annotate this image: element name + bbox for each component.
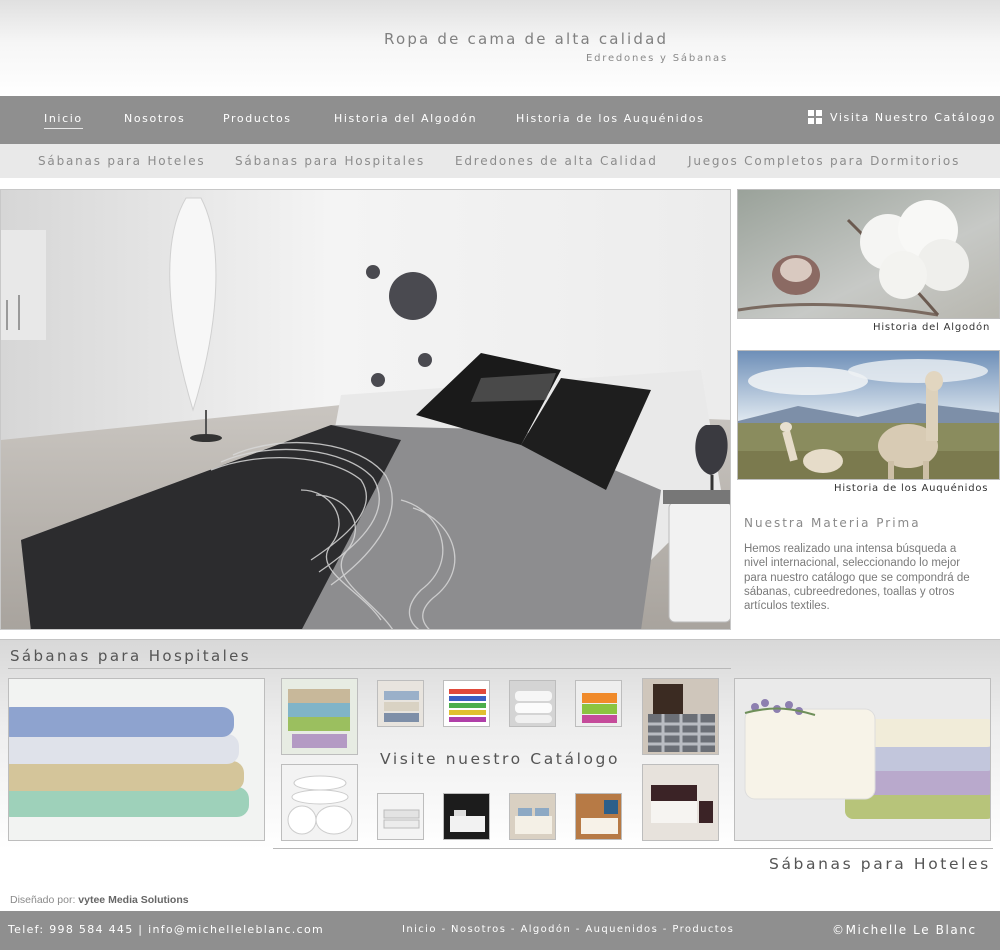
nav-item-historia-auquenidos[interactable]: Historia de los Auquénidos [516,112,704,125]
credit-company-link[interactable]: vytee Media Solutions [78,894,188,906]
product-thumb-color-stack[interactable] [443,680,490,727]
footer-link-inicio[interactable]: Inicio [402,924,437,935]
product-thumb-plaid-bed[interactable] [642,678,719,755]
footer-link-nosotros[interactable]: Nosotros [451,924,506,935]
llama-caption[interactable]: Historia de los Auquénidos [834,483,988,494]
catalog-caption[interactable]: Visite nuestro Catálogo [380,750,620,768]
divider [273,848,993,849]
product-thumb-white-pillows[interactable] [509,680,556,727]
nav-item-nosotros[interactable]: Nosotros [124,112,185,125]
footer-sep: - [571,924,586,935]
subnav-sabanas-hospitales[interactable]: Sábanas para Hospitales [235,154,425,168]
product-thumb-folded-white[interactable] [377,793,424,840]
main-nav: Inicio Nosotros Productos Historia del A… [0,96,1000,144]
nav-item-productos[interactable]: Productos [223,112,292,125]
hotel-sheets-image[interactable] [734,678,991,841]
footer-links: Inicio - Nosotros - Algodón - Auquenidos… [402,924,734,935]
product-thumb-bright-towels[interactable] [575,680,622,727]
hospital-sheets-image[interactable] [8,678,265,841]
footer-sep: - [658,924,673,935]
catalog-link[interactable]: Visita Nuestro Catálogo [808,110,996,124]
credit-label: Diseñado por: [10,894,76,906]
subnav-juegos-completos[interactable]: Juegos Completos para Dormitorios [688,154,960,168]
designer-credit: Diseñado por: vytee Media Solutions [10,894,189,906]
site-header [0,0,1000,96]
nav-item-inicio[interactable]: Inicio [44,112,83,129]
hero-bedroom-image [0,189,731,630]
sub-nav: Sábanas para Hoteles Sábanas para Hospit… [0,144,1000,178]
footer-copyright: ©Michelle Le Blanc [832,923,977,937]
nav-item-historia-algodon[interactable]: Historia del Algodón [334,112,477,125]
hotel-sheets-title[interactable]: Sábanas para Hoteles [769,855,991,873]
subnav-sabanas-hoteles[interactable]: Sábanas para Hoteles [38,154,205,168]
product-thumb-pillow-stack[interactable] [281,764,358,841]
footer-contact: Telef: 998 584 445 | info@michelleleblan… [8,923,324,936]
materia-prima-title: Nuestra Materia Prima [744,516,921,530]
footer-sep: - [436,924,452,935]
catalog-link-label: Visita Nuestro Catálogo [830,110,996,124]
hospital-sheets-title[interactable]: Sábanas para Hospitales [10,647,251,665]
site-subtitle: Edredones y Sábanas [586,53,728,64]
product-thumb-colored-sheets[interactable] [281,678,358,755]
llama-image[interactable] [737,350,1000,480]
footer-sep: - [506,924,521,935]
product-thumb-dark-bedroom[interactable] [443,793,490,840]
product-thumb-warm-bedroom[interactable] [575,793,622,840]
grid-icon [808,110,822,124]
product-thumb-striped-bed[interactable] [509,793,556,840]
footer-link-algodon[interactable]: Algodón [521,924,572,935]
footer-link-auquenidos[interactable]: Auquenidos [585,924,658,935]
footer-link-productos[interactable]: Productos [672,924,734,935]
site-title: Ropa de cama de alta calidad [384,30,669,48]
subnav-edredones[interactable]: Edredones de alta Calidad [455,154,658,168]
product-thumb-towels[interactable] [377,680,424,727]
cotton-image[interactable] [737,189,1000,319]
materia-prima-text: Hemos realizado una intensa búsqueda a n… [744,543,970,613]
cotton-caption[interactable]: Historia del Algodón [873,322,990,333]
divider [8,668,731,669]
product-thumb-modern-bedroom[interactable] [642,764,719,841]
